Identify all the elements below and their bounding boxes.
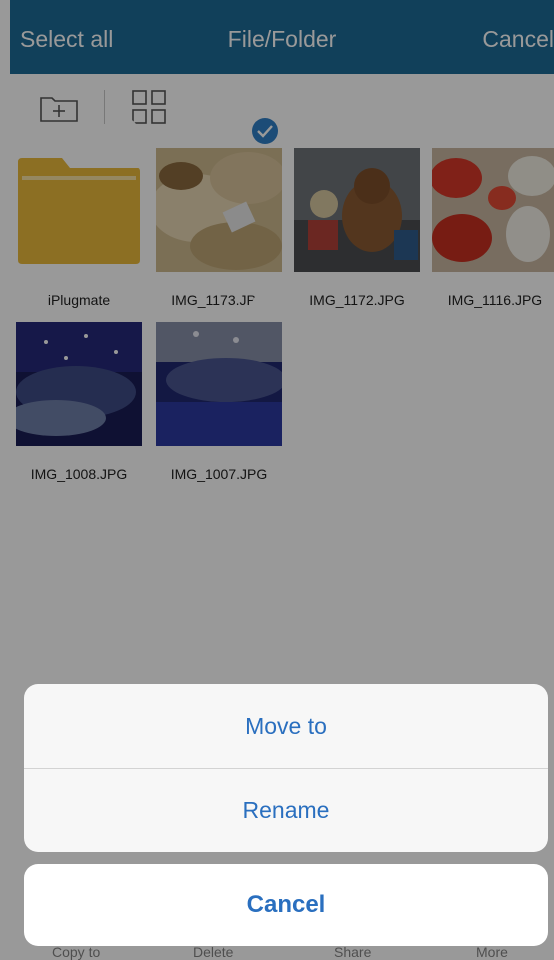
delete-tab[interactable]: Delete (193, 944, 233, 960)
more-tab[interactable]: More (476, 944, 508, 960)
rename-button[interactable]: Rename (24, 768, 548, 852)
copy-to-tab[interactable]: Copy to (52, 944, 100, 960)
sheet-cancel-button[interactable]: Cancel (24, 864, 548, 946)
action-sheet: Move to Rename (24, 684, 548, 852)
share-tab[interactable]: Share (334, 944, 371, 960)
move-to-button[interactable]: Move to (24, 684, 548, 768)
file-browser-screen: Select all File/Folder Cancel iPlugmate … (0, 0, 554, 960)
bottom-toolbar: Copy to Delete Share More (0, 944, 554, 960)
